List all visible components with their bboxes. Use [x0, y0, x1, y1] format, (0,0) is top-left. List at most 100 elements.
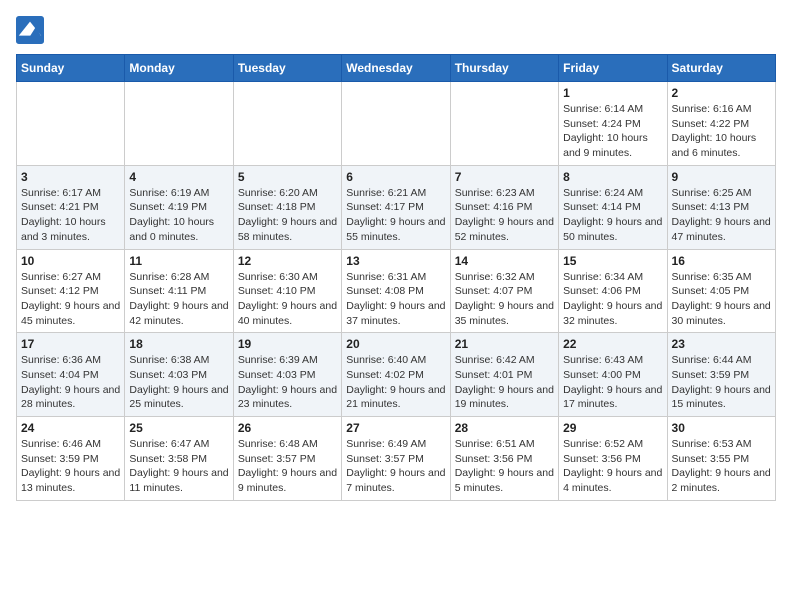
day-of-week-header: Friday: [559, 55, 667, 82]
calendar-week-row: 3 Sunrise: 6:17 AM Sunset: 4:21 PM Daylig…: [17, 165, 776, 249]
day-number: 6: [346, 170, 445, 184]
day-info: Sunrise: 6:53 AM Sunset: 3:55 PM Dayligh…: [672, 437, 771, 496]
calendar-cell: 2Sunrise: 6:16 AM Sunset: 4:22 PM Daylig…: [667, 82, 775, 166]
day-info: Sunrise: 6:31 AM Sunset: 4:08 PM Dayligh…: [346, 270, 445, 329]
day-number: 4: [129, 170, 228, 184]
day-info: Sunrise: 6:34 AM Sunset: 4:06 PM Dayligh…: [563, 270, 662, 329]
day-number: 12: [238, 254, 337, 268]
day-info: Sunrise: 6:27 AM Sunset: 4:12 PM Dayligh…: [21, 270, 120, 329]
day-info: Sunrise: 6:51 AM Sunset: 3:56 PM Dayligh…: [455, 437, 554, 496]
calendar-cell: 15 Sunrise: 6:34 AM Sunset: 4:06 PM Dayli…: [559, 249, 667, 333]
calendar-cell: [342, 82, 450, 166]
calendar-cell: 24 Sunrise: 6:46 AM Sunset: 3:59 PM Dayli…: [17, 417, 125, 501]
day-number: 3: [21, 170, 120, 184]
day-info: Sunrise: 6:52 AM Sunset: 3:56 PM Dayligh…: [563, 437, 662, 496]
page-header: [16, 16, 776, 44]
calendar-cell: 14 Sunrise: 6:32 AM Sunset: 4:07 PM Dayli…: [450, 249, 558, 333]
calendar-week-row: 10 Sunrise: 6:27 AM Sunset: 4:12 PM Dayli…: [17, 249, 776, 333]
day-info: Sunrise: 6:14 AM Sunset: 4:24 PM Dayligh…: [563, 102, 662, 161]
calendar-cell: 23Sunrise: 6:44 AM Sunset: 3:59 PM Dayli…: [667, 333, 775, 417]
calendar-cell: 11 Sunrise: 6:28 AM Sunset: 4:11 PM Dayli…: [125, 249, 233, 333]
calendar-cell: 19 Sunrise: 6:39 AM Sunset: 4:03 PM Dayli…: [233, 333, 341, 417]
day-number: 1: [563, 86, 662, 100]
day-number: 8: [563, 170, 662, 184]
day-info: Sunrise: 6:32 AM Sunset: 4:07 PM Dayligh…: [455, 270, 554, 329]
day-number: 28: [455, 421, 554, 435]
logo: [16, 16, 48, 44]
day-info: Sunrise: 6:38 AM Sunset: 4:03 PM Dayligh…: [129, 353, 228, 412]
calendar-cell: 29 Sunrise: 6:52 AM Sunset: 3:56 PM Dayli…: [559, 417, 667, 501]
day-number: 30: [672, 421, 771, 435]
calendar-cell: 7Sunrise: 6:23 AM Sunset: 4:16 PM Daylig…: [450, 165, 558, 249]
day-number: 26: [238, 421, 337, 435]
calendar-cell: [233, 82, 341, 166]
calendar-cell: [17, 82, 125, 166]
day-of-week-header: Tuesday: [233, 55, 341, 82]
day-of-week-header: Wednesday: [342, 55, 450, 82]
day-info: Sunrise: 6:48 AM Sunset: 3:57 PM Dayligh…: [238, 437, 337, 496]
day-of-week-header: Monday: [125, 55, 233, 82]
calendar-table: SundayMondayTuesdayWednesdayThursdayFrid…: [16, 54, 776, 501]
calendar-week-row: 17 Sunrise: 6:36 AM Sunset: 4:04 PM Dayli…: [17, 333, 776, 417]
day-info: Sunrise: 6:47 AM Sunset: 3:58 PM Dayligh…: [129, 437, 228, 496]
day-info: Sunrise: 6:23 AM Sunset: 4:16 PM Dayligh…: [455, 186, 554, 245]
day-info: Sunrise: 6:39 AM Sunset: 4:03 PM Dayligh…: [238, 353, 337, 412]
day-number: 27: [346, 421, 445, 435]
day-info: Sunrise: 6:40 AM Sunset: 4:02 PM Dayligh…: [346, 353, 445, 412]
day-info: Sunrise: 6:35 AM Sunset: 4:05 PM Dayligh…: [672, 270, 771, 329]
calendar-week-row: 24 Sunrise: 6:46 AM Sunset: 3:59 PM Dayli…: [17, 417, 776, 501]
day-number: 11: [129, 254, 228, 268]
day-info: Sunrise: 6:19 AM Sunset: 4:19 PM Dayligh…: [129, 186, 228, 245]
calendar-cell: 17 Sunrise: 6:36 AM Sunset: 4:04 PM Dayli…: [17, 333, 125, 417]
day-number: 10: [21, 254, 120, 268]
day-of-week-header: Sunday: [17, 55, 125, 82]
day-number: 13: [346, 254, 445, 268]
day-number: 5: [238, 170, 337, 184]
calendar-cell: 16 Sunrise: 6:35 AM Sunset: 4:05 PM Dayli…: [667, 249, 775, 333]
calendar-cell: 25 Sunrise: 6:47 AM Sunset: 3:58 PM Dayli…: [125, 417, 233, 501]
day-number: 20: [346, 337, 445, 351]
day-info: Sunrise: 6:28 AM Sunset: 4:11 PM Dayligh…: [129, 270, 228, 329]
day-number: 24: [21, 421, 120, 435]
day-of-week-header: Saturday: [667, 55, 775, 82]
day-info: Sunrise: 6:25 AM Sunset: 4:13 PM Dayligh…: [672, 186, 771, 245]
day-info: Sunrise: 6:42 AM Sunset: 4:01 PM Dayligh…: [455, 353, 554, 412]
calendar-cell: 27 Sunrise: 6:49 AM Sunset: 3:57 PM Dayli…: [342, 417, 450, 501]
calendar-cell: 26 Sunrise: 6:48 AM Sunset: 3:57 PM Dayli…: [233, 417, 341, 501]
calendar-cell: 3 Sunrise: 6:17 AM Sunset: 4:21 PM Daylig…: [17, 165, 125, 249]
calendar-cell: 13 Sunrise: 6:31 AM Sunset: 4:08 PM Dayli…: [342, 249, 450, 333]
calendar-cell: 8 Sunrise: 6:24 AM Sunset: 4:14 PM Daylig…: [559, 165, 667, 249]
day-number: 29: [563, 421, 662, 435]
day-info: Sunrise: 6:20 AM Sunset: 4:18 PM Dayligh…: [238, 186, 337, 245]
day-number: 19: [238, 337, 337, 351]
calendar-cell: 4 Sunrise: 6:19 AM Sunset: 4:19 PM Daylig…: [125, 165, 233, 249]
day-number: 14: [455, 254, 554, 268]
calendar-cell: 12Sunrise: 6:30 AM Sunset: 4:10 PM Dayli…: [233, 249, 341, 333]
day-number: 17: [21, 337, 120, 351]
day-info: Sunrise: 6:43 AM Sunset: 4:00 PM Dayligh…: [563, 353, 662, 412]
day-number: 18: [129, 337, 228, 351]
day-info: Sunrise: 6:36 AM Sunset: 4:04 PM Dayligh…: [21, 353, 120, 412]
day-info: Sunrise: 6:24 AM Sunset: 4:14 PM Dayligh…: [563, 186, 662, 245]
day-info: Sunrise: 6:17 AM Sunset: 4:21 PM Dayligh…: [21, 186, 120, 245]
calendar-cell: 22 Sunrise: 6:43 AM Sunset: 4:00 PM Dayli…: [559, 333, 667, 417]
day-info: Sunrise: 6:49 AM Sunset: 3:57 PM Dayligh…: [346, 437, 445, 496]
calendar-header-row: SundayMondayTuesdayWednesdayThursdayFrid…: [17, 55, 776, 82]
day-info: Sunrise: 6:21 AM Sunset: 4:17 PM Dayligh…: [346, 186, 445, 245]
calendar-cell: 1 Sunrise: 6:14 AM Sunset: 4:24 PM Daylig…: [559, 82, 667, 166]
day-number: 15: [563, 254, 662, 268]
calendar-cell: 28 Sunrise: 6:51 AM Sunset: 3:56 PM Dayli…: [450, 417, 558, 501]
logo-icon: [16, 16, 44, 44]
day-number: 23: [672, 337, 771, 351]
day-number: 22: [563, 337, 662, 351]
calendar-cell: 20 Sunrise: 6:40 AM Sunset: 4:02 PM Dayli…: [342, 333, 450, 417]
calendar-cell: [125, 82, 233, 166]
calendar-week-row: 1 Sunrise: 6:14 AM Sunset: 4:24 PM Daylig…: [17, 82, 776, 166]
day-number: 16: [672, 254, 771, 268]
day-info: Sunrise: 6:16 AM Sunset: 4:22 PM Dayligh…: [672, 102, 771, 161]
day-number: 25: [129, 421, 228, 435]
day-of-week-header: Thursday: [450, 55, 558, 82]
day-info: Sunrise: 6:46 AM Sunset: 3:59 PM Dayligh…: [21, 437, 120, 496]
calendar-cell: [450, 82, 558, 166]
calendar-cell: 6 Sunrise: 6:21 AM Sunset: 4:17 PM Daylig…: [342, 165, 450, 249]
